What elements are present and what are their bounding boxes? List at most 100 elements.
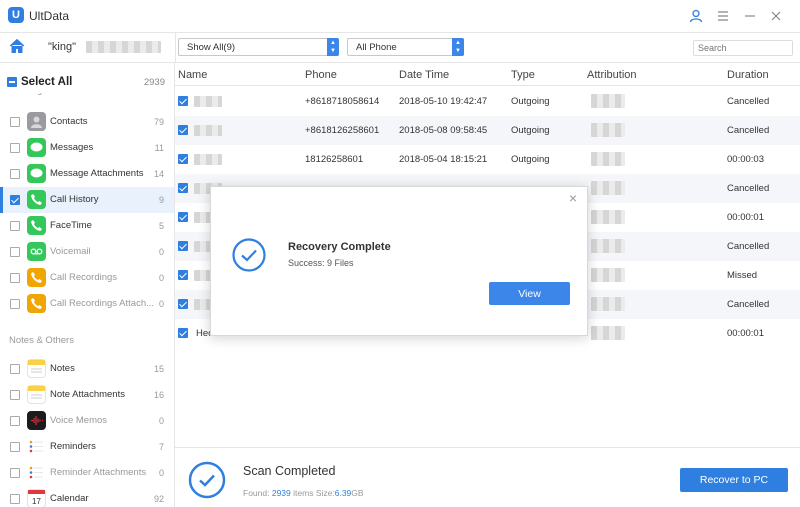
- checkbox[interactable]: [10, 390, 20, 400]
- sidebar-item-voice-memos[interactable]: Voice Memos 0: [0, 408, 174, 434]
- cell-duration: Cancelled: [727, 299, 770, 310]
- scan-complete-check-icon: [187, 460, 227, 500]
- sidebar-item-label: Calendar: [50, 493, 89, 504]
- checkbox[interactable]: [10, 117, 20, 127]
- checkbox[interactable]: [10, 169, 20, 179]
- call-recordings-attachments-icon: [27, 294, 46, 313]
- sidebar-item-label: Voicemail: [50, 246, 91, 257]
- sidebar-item-label: Call Recordings Attach...: [50, 298, 155, 309]
- checkbox[interactable]: [10, 442, 20, 452]
- column-header-attribution[interactable]: Attribution: [587, 69, 637, 81]
- search-input[interactable]: [693, 40, 793, 56]
- cell-duration: Cancelled: [727, 125, 770, 136]
- device-name: "king": [48, 41, 76, 53]
- table-row[interactable]: +8618718058614 2018-05-10 19:42:47 Outgo…: [175, 87, 800, 116]
- checkbox[interactable]: [10, 195, 20, 205]
- size-unit: GB: [351, 488, 364, 498]
- note-attachments-icon: [27, 385, 46, 404]
- minimize-icon[interactable]: [740, 6, 760, 26]
- category-sidebar: Messages & Recents Select All 2939 Conta…: [0, 62, 175, 507]
- row-checkbox[interactable]: [178, 270, 188, 280]
- checkbox[interactable]: [10, 143, 20, 153]
- sidebar-item-notes[interactable]: Notes 15: [0, 356, 174, 382]
- show-filter-value: Show All(9): [187, 42, 236, 53]
- select-all-count: 2939: [143, 77, 165, 88]
- cell-datetime: 2018-05-04 18:15:21: [399, 154, 488, 165]
- sidebar-item-label: Call Recordings: [50, 272, 118, 283]
- row-checkbox[interactable]: [178, 183, 188, 193]
- sidebar-item-call-history[interactable]: Call History 9: [0, 187, 174, 213]
- sidebar-item-messages[interactable]: Messages 11: [0, 135, 174, 161]
- sidebar-item-count: 16: [153, 390, 164, 400]
- sidebar-item-calendar[interactable]: 17 Calendar 92: [0, 486, 174, 507]
- sidebar-item-count: 0: [158, 299, 164, 309]
- close-icon[interactable]: ×: [566, 191, 580, 205]
- attribution-redacted: [591, 94, 625, 108]
- row-checkbox[interactable]: [178, 96, 188, 106]
- table-row[interactable]: +8618126258601 2018-05-08 09:58:45 Outgo…: [175, 116, 800, 145]
- checkbox[interactable]: [10, 468, 20, 478]
- calendar-icon: 17: [27, 489, 46, 507]
- found-label: Found:: [243, 488, 270, 498]
- view-button[interactable]: View: [489, 282, 570, 305]
- sidebar-item-voicemail[interactable]: Voicemail 0: [0, 239, 174, 265]
- cell-datetime: 2018-05-10 19:42:47: [399, 96, 488, 107]
- dialog-subtitle: Success: 9 Files: [288, 258, 354, 268]
- message-attachments-icon: [27, 164, 46, 183]
- column-header-type[interactable]: Type: [511, 69, 535, 81]
- toolbar: "king" Show All(9) ▲ ▼ All Phone ▲ ▼: [0, 32, 800, 63]
- checkbox[interactable]: [10, 221, 20, 231]
- recover-to-pc-button[interactable]: Recover to PC: [680, 468, 788, 492]
- user-account-icon[interactable]: [686, 6, 706, 26]
- checkbox[interactable]: [10, 494, 20, 504]
- sidebar-item-reminder-attachments[interactable]: Reminder Attachments 0: [0, 460, 174, 486]
- home-icon[interactable]: [8, 37, 28, 57]
- table-header: Name Phone Date Time Type Attribution Du…: [175, 62, 800, 86]
- sidebar-item-count: 9: [158, 195, 164, 205]
- select-all-checkbox[interactable]: [7, 77, 17, 87]
- select-caret-icon: ▲ ▼: [327, 38, 339, 56]
- sidebar-item-count: 0: [158, 247, 164, 257]
- sidebar-item-label: Contacts: [50, 116, 88, 127]
- checkbox[interactable]: [10, 273, 20, 283]
- sidebar-item-reminders[interactable]: Reminders 7: [0, 434, 174, 460]
- sidebar-item-call-recordings[interactable]: Call Recordings 0: [0, 265, 174, 291]
- column-header-phone[interactable]: Phone: [305, 69, 337, 81]
- checkbox[interactable]: [10, 416, 20, 426]
- close-window-icon[interactable]: [766, 6, 786, 26]
- checkbox[interactable]: [10, 364, 20, 374]
- select-all-label: Select All: [21, 76, 73, 88]
- cell-duration: 00:00:03: [727, 154, 764, 165]
- row-checkbox[interactable]: [178, 154, 188, 164]
- table-row[interactable]: 18126258601 2018-05-04 18:15:21 Outgoing…: [175, 145, 800, 174]
- column-header-name[interactable]: Name: [178, 69, 207, 81]
- sidebar-item-note-attachments[interactable]: Note Attachments 16: [0, 382, 174, 408]
- sidebar-item-facetime[interactable]: FaceTime 5: [0, 213, 174, 239]
- sidebar-item-count: 5: [158, 221, 164, 231]
- column-header-duration[interactable]: Duration: [727, 69, 769, 81]
- phone-filter-value: All Phone: [356, 42, 397, 53]
- row-checkbox[interactable]: [178, 125, 188, 135]
- show-filter-select[interactable]: Show All(9) ▲ ▼: [178, 38, 339, 56]
- row-checkbox[interactable]: [178, 328, 188, 338]
- attribution-redacted: [591, 123, 625, 137]
- title-bar: U UltData: [0, 0, 800, 32]
- select-all-row[interactable]: Select All 2939: [0, 63, 174, 93]
- row-checkbox[interactable]: [178, 212, 188, 222]
- row-checkbox[interactable]: [178, 299, 188, 309]
- sidebar-item-call-recordings-attachments[interactable]: Call Recordings Attach... 0: [0, 291, 174, 317]
- sidebar-item-count: 14: [153, 169, 164, 179]
- menu-icon[interactable]: [713, 6, 733, 26]
- sidebar-item-label: Reminder Attachments: [50, 467, 147, 478]
- cell-phone: +8618718058614: [305, 96, 380, 107]
- sidebar-item-contacts[interactable]: Contacts 79: [0, 109, 174, 135]
- phone-filter-select[interactable]: All Phone ▲ ▼: [347, 38, 464, 56]
- section-label-notes: Notes & Others: [9, 335, 74, 346]
- sidebar-item-label: Note Attachments: [50, 389, 125, 400]
- checkbox[interactable]: [10, 299, 20, 309]
- checkbox[interactable]: [10, 247, 20, 257]
- sidebar-item-message-attachments[interactable]: Message Attachments 14: [0, 161, 174, 187]
- row-checkbox[interactable]: [178, 241, 188, 251]
- column-header-datetime[interactable]: Date Time: [399, 69, 449, 81]
- cell-duration: Cancelled: [727, 183, 770, 194]
